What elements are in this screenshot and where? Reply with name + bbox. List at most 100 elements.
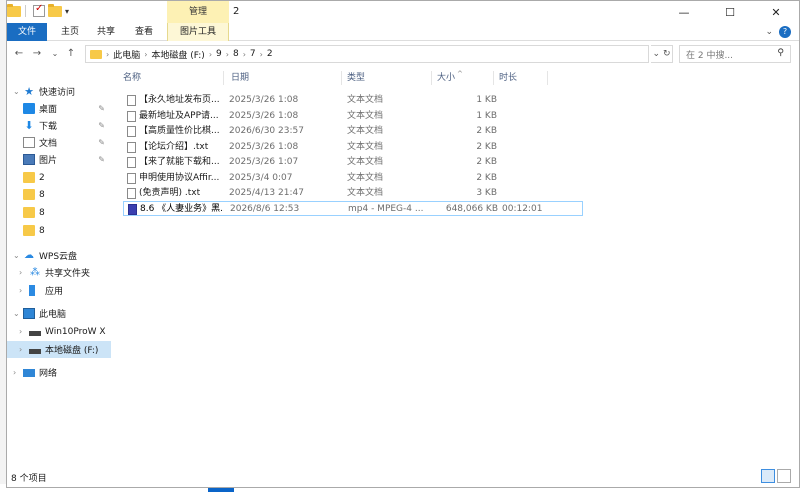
column-divider[interactable] xyxy=(341,71,342,85)
chevron-right-icon[interactable]: › xyxy=(260,50,263,59)
column-header-type[interactable]: 类型 xyxy=(347,69,365,87)
chevron-right-icon[interactable]: › xyxy=(19,327,29,336)
chevron-down-icon[interactable]: ⌄ xyxy=(13,309,23,318)
file-date: 2025/3/26 1:08 xyxy=(229,142,299,152)
tab-share[interactable]: 共享 xyxy=(89,23,123,41)
help-icon[interactable]: ? xyxy=(779,26,791,38)
file-type: 文本文档 xyxy=(347,157,384,167)
folder-icon xyxy=(90,49,102,59)
tab-home[interactable]: 主页 xyxy=(53,23,87,41)
chevron-right-icon[interactable]: › xyxy=(19,268,29,277)
breadcrumb-2[interactable]: 2 xyxy=(267,49,273,59)
nav-downloads[interactable]: ⬇ 下载 ✎ xyxy=(7,117,111,134)
address-controls: ⌄ ↻ xyxy=(651,45,673,63)
file-row[interactable]: 【来了就能下载和... 2025/3/26 1:07 文本文档 2 KB xyxy=(123,155,581,170)
nav-folder-8[interactable]: 8 xyxy=(7,222,111,239)
file-name: 【论坛介绍】.txt xyxy=(139,142,209,152)
column-header-date[interactable]: 日期 xyxy=(231,69,249,87)
nav-network[interactable]: › 网络 xyxy=(7,364,111,381)
properties-icon[interactable] xyxy=(33,3,45,17)
nav-label: 8 xyxy=(39,207,45,218)
chevron-down-icon[interactable]: ⌄ xyxy=(13,251,23,260)
search-input[interactable]: 在 2 中搜... ⚲ xyxy=(679,45,791,63)
column-divider[interactable] xyxy=(493,71,494,85)
file-row[interactable]: 申明使用协议Affir... 2025/3/4 0:07 文本文档 2 KB xyxy=(123,171,581,186)
breadcrumb-drive-f[interactable]: 本地磁盘 (F:) xyxy=(151,48,204,61)
column-header-duration[interactable]: 时长 xyxy=(499,69,517,87)
nav-documents[interactable]: 文档 ✎ xyxy=(7,134,111,151)
text-file-icon xyxy=(127,188,136,199)
tab-file[interactable]: 文件 xyxy=(7,23,47,41)
breadcrumb-8[interactable]: 8 xyxy=(233,49,239,59)
column-divider[interactable] xyxy=(431,71,432,85)
search-icon[interactable]: ⚲ xyxy=(777,48,784,58)
nav-this-pc[interactable]: ⌄ 此电脑 xyxy=(7,305,111,322)
chevron-right-icon[interactable]: › xyxy=(209,50,212,59)
share-icon: ⁂ xyxy=(30,267,40,278)
nav-pictures[interactable]: 图片 ✎ xyxy=(7,151,111,168)
breadcrumb-this-pc[interactable]: 此电脑 xyxy=(113,48,140,61)
nav-drive-c[interactable]: › Win10ProW X xyxy=(7,323,111,340)
nav-quick-access[interactable]: ⌄ ★ 快速访问 xyxy=(7,83,111,100)
file-type: 文本文档 xyxy=(347,188,384,198)
chevron-right-icon[interactable]: › xyxy=(19,345,29,354)
address-bar[interactable]: › 此电脑 › 本地磁盘 (F:) › 9 › 8 › 7 › 2 xyxy=(85,45,649,63)
nav-desktop[interactable]: 桌面 ✎ xyxy=(7,100,111,117)
address-dropdown-icon[interactable]: ⌄ xyxy=(652,49,660,59)
file-size: 2 KB xyxy=(476,173,497,183)
chevron-right-icon[interactable]: › xyxy=(226,50,229,59)
text-file-icon xyxy=(127,173,136,184)
nav-label: 图片 xyxy=(39,156,58,166)
nav-wps-cloud[interactable]: ⌄ ☁ WPS云盘 xyxy=(7,247,111,264)
up-icon[interactable]: ↑ xyxy=(63,43,79,65)
column-divider[interactable] xyxy=(547,71,548,85)
file-list: 名称 日期 类型 大小 ^ 时长 【永久地址发布页... 2025/3/26 1… xyxy=(115,69,795,467)
new-folder-icon[interactable] xyxy=(48,3,62,17)
column-divider[interactable] xyxy=(223,71,224,85)
nav-folder-8[interactable]: 8 xyxy=(7,186,111,203)
close-button[interactable]: ✕ xyxy=(753,1,799,23)
file-duration xyxy=(501,186,561,201)
file-row[interactable]: 【高质量性价比棋... 2026/6/30 23:57 文本文档 2 KB xyxy=(123,124,581,139)
details-view-icon[interactable] xyxy=(761,469,775,483)
column-header-name[interactable]: 名称 xyxy=(123,69,141,87)
tab-picture-tools[interactable]: 图片工具 xyxy=(167,23,229,41)
nav-label: WPS云盘 xyxy=(39,252,78,262)
recent-locations-icon[interactable]: ⌄ xyxy=(47,43,63,65)
chevron-right-icon[interactable]: › xyxy=(144,50,147,59)
chevron-down-icon[interactable]: ⌄ xyxy=(13,87,23,96)
file-row[interactable]: 最新地址及APP请... 2025/3/26 1:08 文本文档 1 KB xyxy=(123,109,581,124)
file-row-selected[interactable]: 8.6 《人妻业务》黑... 2026/8/6 12:53 mp4 - MPEG… xyxy=(123,201,583,216)
file-row[interactable]: (免责声明) .txt 2025/4/13 21:47 文本文档 3 KB xyxy=(123,186,581,201)
breadcrumb-9[interactable]: 9 xyxy=(216,49,222,59)
customize-toolbar-dropdown-icon[interactable]: ▾ xyxy=(65,7,69,16)
nav-shared-folder[interactable]: › ⁂ 共享文件夹 xyxy=(7,264,111,281)
file-row[interactable]: 【永久地址发布页... 2025/3/26 1:08 文本文档 1 KB xyxy=(123,93,581,108)
nav-folder-8[interactable]: 8 xyxy=(7,204,111,221)
tab-view[interactable]: 查看 xyxy=(127,23,161,41)
forward-icon[interactable]: → xyxy=(29,43,45,65)
maximize-button[interactable]: ☐ xyxy=(707,1,753,23)
chevron-right-icon[interactable]: › xyxy=(19,286,29,295)
context-tab-manage[interactable]: 管理 xyxy=(167,1,229,23)
minimize-button[interactable]: — xyxy=(661,1,707,23)
file-row[interactable]: 【论坛介绍】.txt 2025/3/26 1:08 文本文档 2 KB xyxy=(123,140,581,155)
large-icons-view-icon[interactable] xyxy=(777,469,791,483)
chevron-right-icon[interactable]: › xyxy=(106,50,109,59)
view-toggle xyxy=(761,469,791,483)
apps-icon xyxy=(29,285,41,296)
column-header-size[interactable]: 大小 xyxy=(437,69,455,87)
chevron-right-icon[interactable]: › xyxy=(13,368,23,377)
drive-icon xyxy=(29,330,41,336)
refresh-icon[interactable]: ↻ xyxy=(663,49,671,59)
back-icon[interactable]: ← xyxy=(11,43,27,65)
chevron-right-icon[interactable]: › xyxy=(243,50,246,59)
nav-folder-2[interactable]: 2 xyxy=(7,169,111,186)
window-controls: — ☐ ✕ xyxy=(661,1,799,23)
nav-drive-f[interactable]: › 本地磁盘 (F:) xyxy=(7,341,111,358)
breadcrumb-7[interactable]: 7 xyxy=(250,49,256,59)
file-date: 2025/3/26 1:08 xyxy=(229,95,299,105)
nav-apps[interactable]: › 应用 xyxy=(7,282,111,299)
expand-ribbon-icon[interactable]: ⌄ xyxy=(765,27,773,37)
folder-icon[interactable] xyxy=(7,3,21,17)
